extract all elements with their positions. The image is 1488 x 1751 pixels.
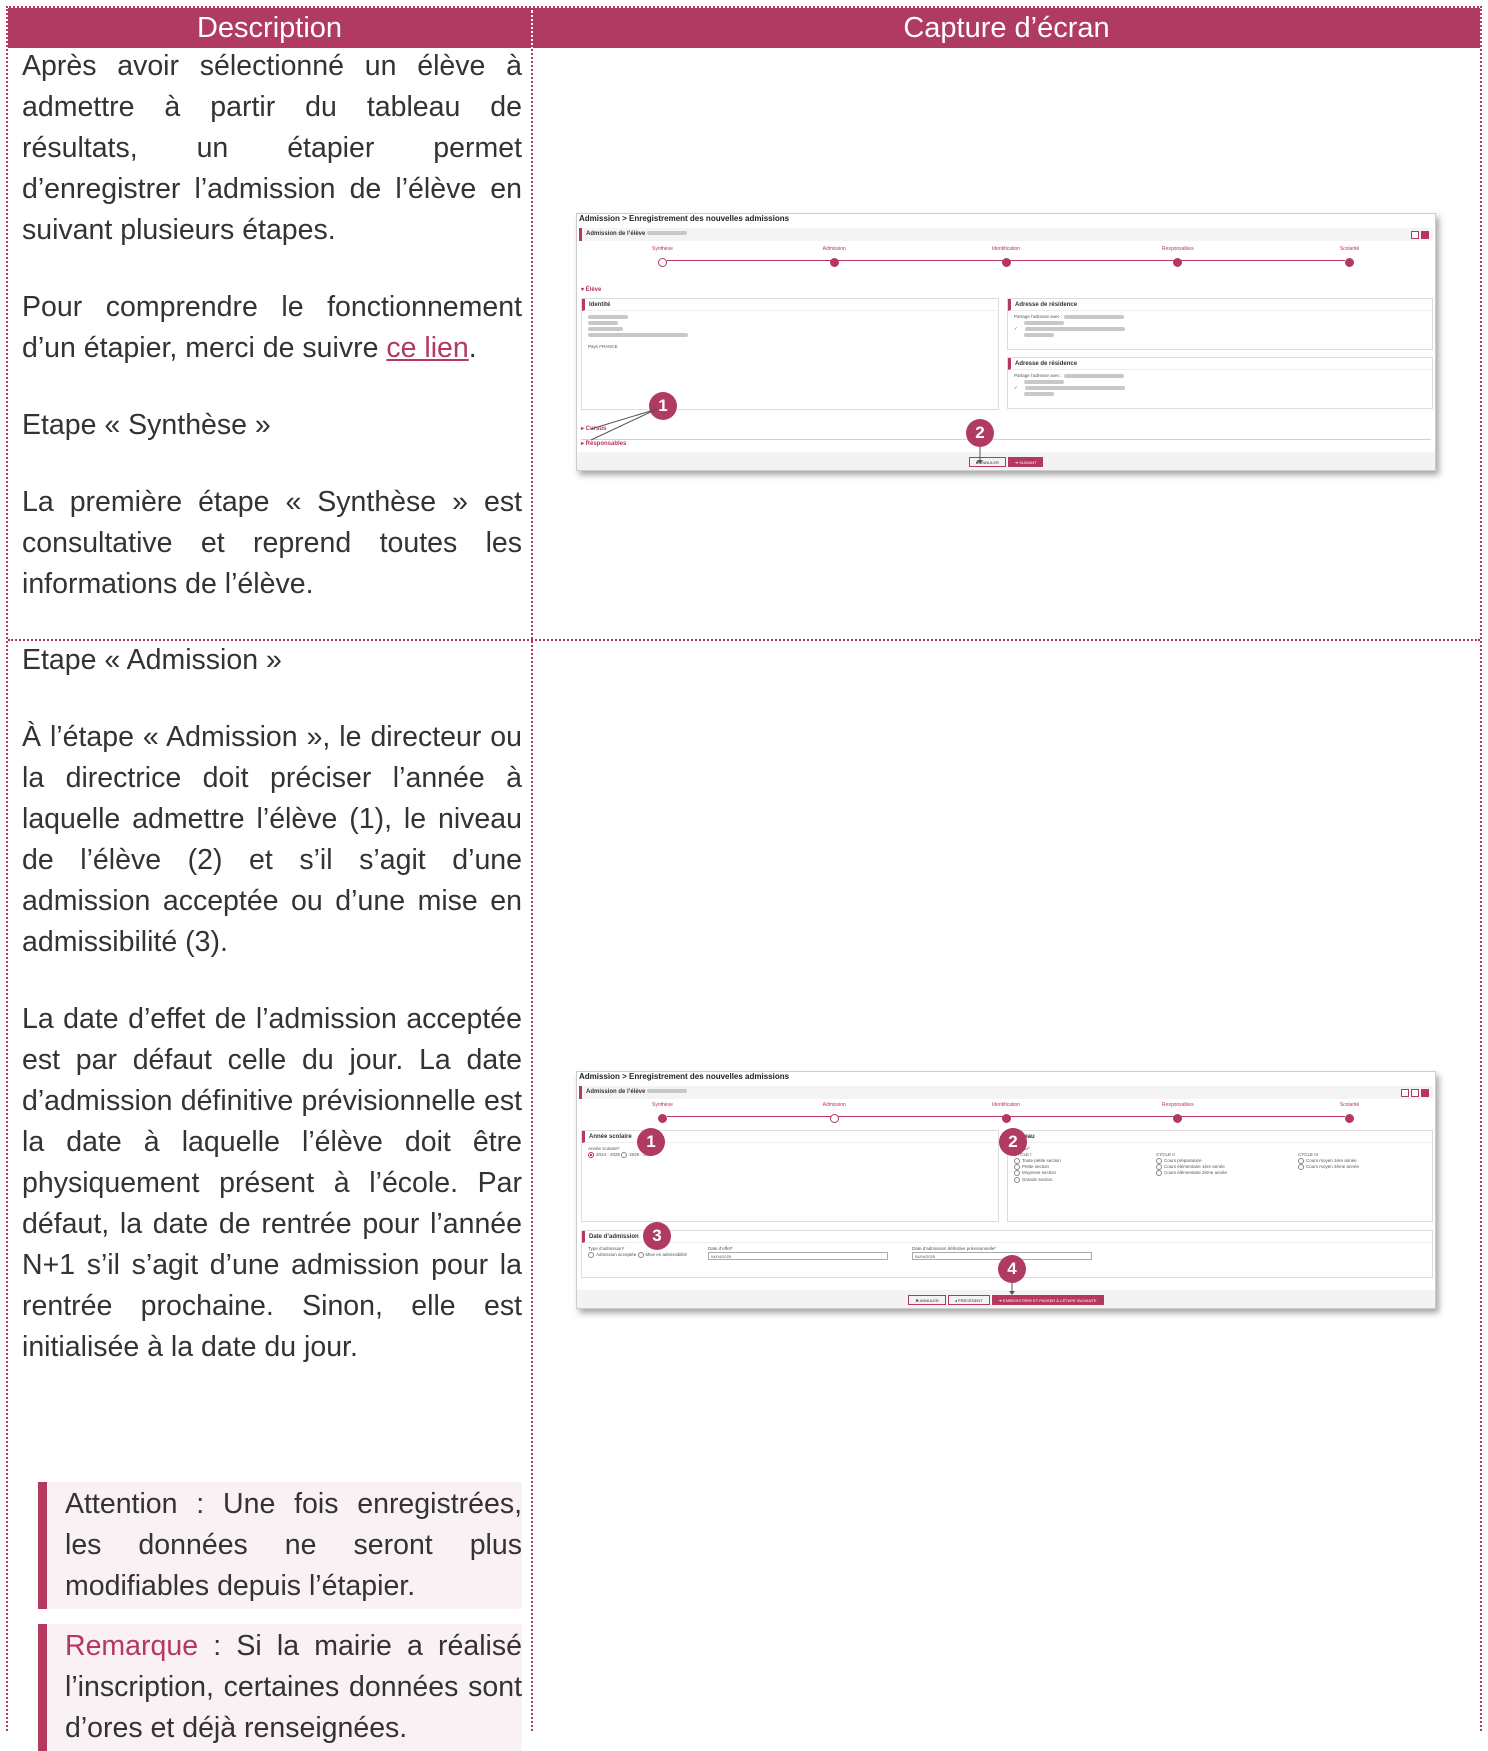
column-divider [531,8,533,1731]
row2-intro: À l’étape « Admission », le directeur ou… [22,721,522,958]
synthese-screenshot: Admission > Enregistrement des nouvelles… [576,213,1436,471]
callout-arrows [590,408,983,464]
row2-description: Etape « Admission » À l’étape « Admissio… [22,640,522,1368]
row1-step-heading: Etape « Synthèse » [22,409,271,441]
remark-note: Remarque : Si la mairie a réalisé l’insc… [38,1624,522,1751]
row2-dates: La date d’effet de l’admission acceptée … [22,1003,522,1363]
admission-screenshot: Admission > Enregistrement des nouvelles… [576,1071,1436,1309]
row1-description: Après avoir sélectionné un élève à admet… [22,46,522,605]
row1-intro: Après avoir sélectionné un élève à admet… [22,50,522,246]
attention-note: Attention : Une fois enregistrées, les d… [38,1482,522,1609]
header-screenshot: Capture d’écran [533,8,1480,48]
row1-link-suffix: . [468,332,477,364]
remark-label: Remarque [65,1630,199,1662]
row2-step-heading: Etape « Admission » [22,644,282,676]
header-description: Description [8,8,531,48]
instructions-table: Description Capture d’écran Après avoir … [6,6,1482,1751]
row1-step-text: La première étape « Synthèse » est consu… [22,486,522,600]
callout-arrows [1009,1283,1015,1295]
attention-label: Attention [65,1488,178,1520]
row1-link-paragraph: Pour comprendre le fonctionnement d’un é… [22,287,522,369]
etapier-link[interactable]: ce lien [386,332,468,364]
